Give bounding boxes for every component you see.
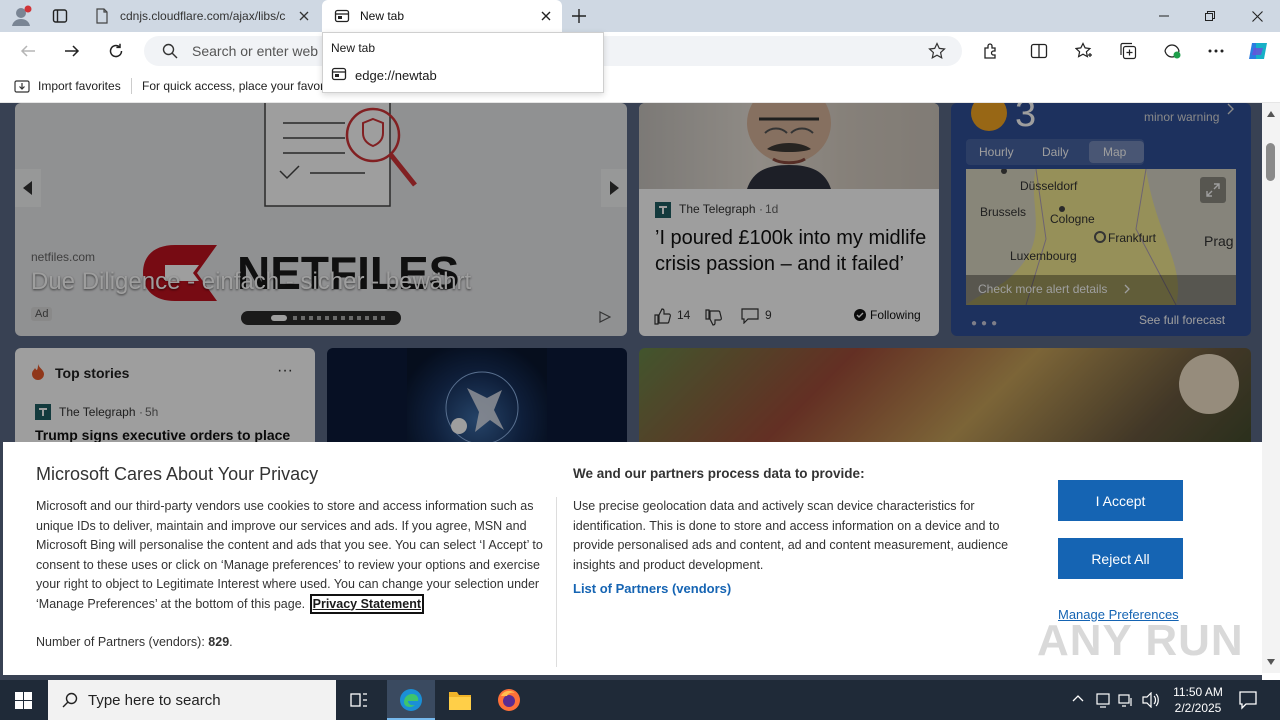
new-tab-page-icon [334,8,350,24]
windows-taskbar: Type here to search 11:50 AM 2/2/2025 [0,680,1280,720]
privacy-statement-link[interactable]: Privacy Statement [309,593,425,614]
new-tab-page-icon [331,66,347,82]
extensions-icon[interactable] [975,36,1007,66]
new-tab-plus-icon[interactable] [567,4,591,28]
clock-time: 11:50 AM [1173,685,1223,699]
page-scrollbar[interactable] [1262,103,1280,673]
favorites-hint-text: For quick access, place your favori [142,79,327,93]
taskbar-search-box[interactable]: Type here to search [48,680,336,720]
more-menu-icon[interactable] [1200,36,1232,66]
task-view-icon[interactable] [349,690,369,710]
address-input[interactable]: Search or enter web a [192,43,330,59]
title-bar: cdnjs.cloudflare.com/ajax/libs/c New tab [0,0,1280,32]
collections-icon[interactable] [1112,36,1144,66]
profile-avatar-icon[interactable] [10,5,32,27]
copilot-icon[interactable] [1242,36,1274,66]
taskbar-search-placeholder: Type here to search [88,691,221,709]
hover-card-url: edge://newtab [355,68,437,83]
tab-title: New tab [360,9,405,23]
search-icon [62,692,78,708]
tab-hover-card[interactable]: New tab edge://newtab [322,32,604,93]
firefox-icon[interactable] [497,688,521,712]
favorite-star-icon[interactable] [928,42,946,60]
tab-cdnjs[interactable]: cdnjs.cloudflare.com/ajax/libs/c [86,0,320,32]
network-icon[interactable] [1118,692,1134,708]
partners-count-line: Number of Partners (vendors): 829. [36,635,233,649]
edge-taskbar-button[interactable] [387,680,435,720]
forward-arrow-icon[interactable] [56,36,88,66]
tab-title: cdnjs.cloudflare.com/ajax/libs/c [120,9,286,23]
privacy-title: Microsoft Cares About Your Privacy [36,464,319,484]
restore-icon[interactable] [1187,0,1233,32]
privacy-body: Microsoft and our third-party vendors us… [36,497,544,614]
back-arrow-icon[interactable] [12,36,44,66]
search-icon [162,43,178,59]
browser-essentials-icon[interactable] [1156,36,1188,66]
anyrun-watermark: ANY RUN [1037,616,1244,665]
clock-date: 2/2/2025 [1174,701,1222,715]
refresh-icon[interactable] [100,36,132,66]
minimize-icon[interactable] [1141,0,1187,32]
privacy-body-text: Microsoft and our third-party vendors us… [36,499,543,611]
tray-chevron-icon[interactable] [1072,694,1084,702]
page-icon [94,8,110,24]
browser-toolbar: Search or enter web a [0,32,1280,70]
import-favorites-link[interactable]: Import favorites [38,79,121,93]
tray-device-icon[interactable] [1096,692,1110,708]
volume-icon[interactable] [1142,692,1160,708]
import-favorites-icon [14,78,30,94]
data-processing-title: We and our partners process data to prov… [573,466,865,481]
dialog-divider [556,497,557,667]
taskbar-clock[interactable]: 11:50 AM 2/2/2025 [1170,684,1226,716]
windows-start-icon[interactable] [15,692,32,709]
close-tab-icon[interactable] [534,4,558,28]
tab-new-tab[interactable]: New tab [322,0,562,32]
file-explorer-icon[interactable] [448,689,472,711]
reject-all-button[interactable]: Reject All [1058,538,1183,579]
edge-icon [400,689,422,711]
privacy-consent-dialog: Microsoft Cares About Your Privacy Micro… [3,442,1262,675]
split-screen-icon[interactable] [1023,36,1055,66]
partners-count-value: 829 [208,635,230,649]
favorites-icon[interactable] [1068,36,1100,66]
scroll-up-icon[interactable] [1267,111,1275,117]
close-window-icon[interactable] [1234,0,1280,32]
data-processing-body: Use precise geolocation data and activel… [573,499,1009,572]
hover-card-title: New tab [331,41,376,55]
favorites-divider [131,78,132,94]
list-of-partners-link[interactable]: List of Partners (vendors) [573,581,731,596]
scroll-down-icon[interactable] [1267,659,1275,665]
notifications-icon[interactable] [1238,690,1258,710]
scroll-thumb[interactable] [1266,143,1275,181]
i-accept-button[interactable]: I Accept [1058,480,1183,521]
favorites-bar: Import favorites For quick access, place… [0,70,1280,103]
close-tab-icon[interactable] [292,4,316,28]
partners-count-label: Number of Partners (vendors): [36,635,205,649]
tab-actions-icon[interactable] [48,4,72,28]
